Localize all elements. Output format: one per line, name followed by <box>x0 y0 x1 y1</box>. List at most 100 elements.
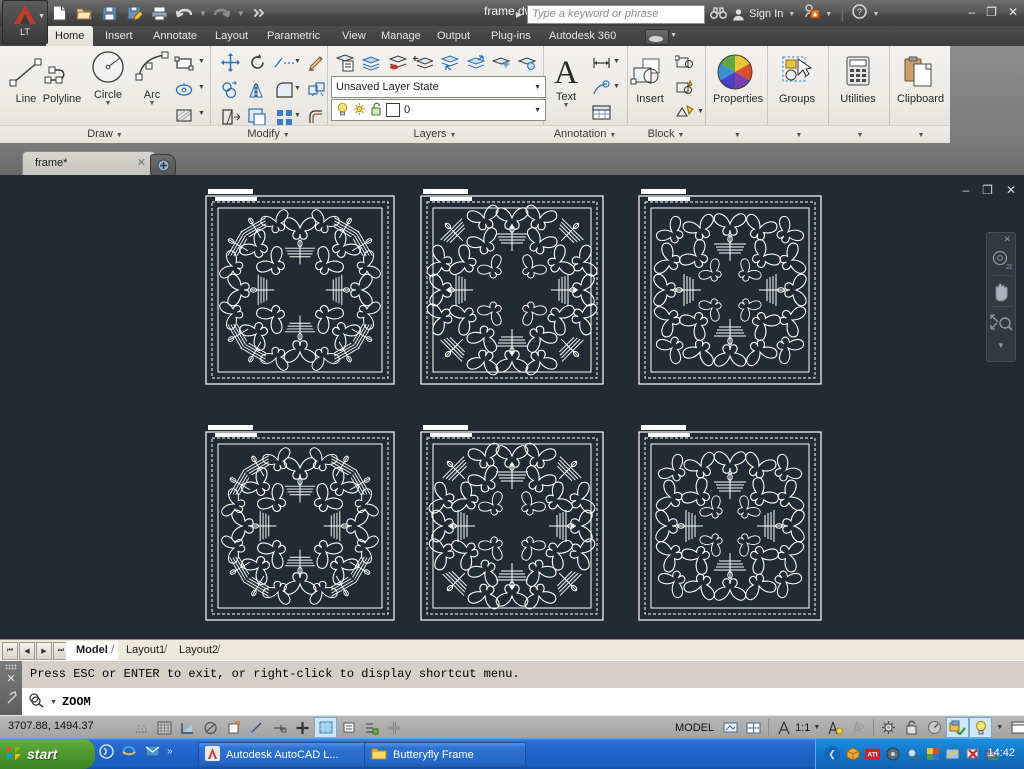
annotation-scale-value[interactable]: 1:1 <box>795 722 813 734</box>
layer-state-combo[interactable]: Unsaved Layer State ▼ <box>331 76 546 98</box>
panel-label-layers[interactable]: Layers ▼ <box>327 125 543 143</box>
infer-constraints-icon[interactable] <box>130 717 153 738</box>
zoom-extents-icon[interactable] <box>987 307 1015 337</box>
model-space-icon[interactable] <box>719 717 742 738</box>
lineweight-icon[interactable] <box>360 717 383 738</box>
search-binoculars-icon[interactable] <box>710 6 728 22</box>
edit-block-button[interactable] <box>671 74 699 101</box>
tab-layout[interactable]: Layout <box>206 26 257 46</box>
ati-icon[interactable]: ATI <box>865 747 880 762</box>
tray-expand-icon[interactable]: ❮ <box>824 746 840 762</box>
butterfly-frame-2[interactable] <box>412 185 612 395</box>
panel-label-clipboard[interactable]: ▼ <box>889 125 950 143</box>
command-line-handle[interactable]: ✕ <box>0 661 22 716</box>
layout-next-button[interactable]: ▶ <box>36 642 52 660</box>
zoom-magnifier-icon[interactable] <box>28 693 45 711</box>
space-label[interactable]: MODEL <box>670 722 719 734</box>
panel-label-block[interactable]: Block ▼ <box>627 125 705 143</box>
tab-insert[interactable]: Insert <box>96 26 142 46</box>
annotation-visibility-icon[interactable] <box>824 717 847 738</box>
tab-autodesk360[interactable]: Autodesk 360 <box>540 26 625 46</box>
navbar-close-icon[interactable]: ✕ <box>987 233 1015 245</box>
layout-first-button[interactable]: ⏮ <box>2 642 18 660</box>
ellipse-button[interactable] <box>170 75 198 102</box>
layer-freeze-button[interactable] <box>487 49 515 76</box>
mirror-button[interactable] <box>243 76 271 103</box>
quicklaunch-more-icon[interactable]: » <box>167 746 173 757</box>
coordinate-display[interactable]: 3707.88, 1494.37 <box>8 720 94 732</box>
polyline-button[interactable]: Polyline <box>40 52 84 105</box>
osnap-tracking-icon[interactable] <box>268 717 291 738</box>
application-menu-button[interactable]: ▼ LT <box>2 0 48 44</box>
properties-button[interactable]: Properties <box>713 52 763 105</box>
text-button[interactable]: A Text ▼ <box>545 50 587 109</box>
unlock-icon[interactable] <box>370 102 382 119</box>
groups-button[interactable]: Groups <box>775 52 819 105</box>
nav-more-icon[interactable]: ▼ <box>987 337 1015 353</box>
object-snap-icon[interactable] <box>245 717 268 738</box>
tab-model[interactable]: Model <box>66 641 118 660</box>
rotate-button[interactable] <box>243 49 271 76</box>
panel-label-properties[interactable]: ▼ <box>705 125 767 143</box>
panel-label-modify[interactable]: Modify ▼ <box>210 125 327 143</box>
media-player-icon[interactable] <box>98 743 114 759</box>
drawing-close-button[interactable]: ✕ <box>1006 183 1016 197</box>
status-bar-menu-icon[interactable]: ▼ <box>992 724 1007 731</box>
tab-parametric[interactable]: Parametric <box>258 26 329 46</box>
butterfly-frame-5[interactable] <box>412 421 612 631</box>
butterfly-frame-1[interactable] <box>195 185 405 395</box>
explode-button[interactable] <box>302 76 330 103</box>
circle-dropdown-icon[interactable]: ▼ <box>86 100 130 107</box>
exchange-dropdown-icon[interactable]: ▼ <box>825 11 832 18</box>
drawing-restore-button[interactable]: ❐ <box>982 183 993 197</box>
layer-new-button[interactable] <box>409 49 437 76</box>
drawing-minimize-button[interactable]: – <box>962 183 969 197</box>
butterfly-frame-4[interactable] <box>195 421 405 631</box>
layer-make-current-button[interactable] <box>357 49 385 76</box>
dimension-dropdown-icon[interactable]: ▼ <box>611 49 622 74</box>
command-dropdown-icon[interactable]: ▼ <box>50 699 57 706</box>
antivirus-icon[interactable] <box>965 747 980 762</box>
layer-properties-button[interactable] <box>331 49 359 76</box>
start-button[interactable]: start <box>0 739 95 769</box>
annotation-scale-icon[interactable] <box>772 717 795 738</box>
disc-icon[interactable] <box>885 747 900 762</box>
viewport-config-icon[interactable] <box>742 717 765 738</box>
sign-in-dropdown-icon[interactable]: ▼ <box>788 11 795 18</box>
insert-block-button[interactable]: Insert <box>627 52 673 105</box>
hardware-accel-icon[interactable] <box>923 717 946 738</box>
arc-dropdown-icon[interactable]: ▼ <box>130 100 174 107</box>
sign-in-button[interactable]: Sign In <box>732 8 783 21</box>
search-expand-icon[interactable]: ▶ <box>516 10 522 19</box>
command-close-icon[interactable]: ✕ <box>0 672 22 685</box>
layer-match-button[interactable] <box>383 49 411 76</box>
layer-isolate-button[interactable] <box>461 49 489 76</box>
dynamic-ucs-icon[interactable] <box>314 717 337 738</box>
toolbar-lock-icon[interactable] <box>900 717 923 738</box>
rectangle-dropdown-icon[interactable]: ▼ <box>196 49 207 74</box>
command-settings-icon[interactable] <box>0 690 22 707</box>
outlook-express-icon[interactable] <box>144 743 160 759</box>
tab-manage[interactable]: Manage <box>372 26 430 46</box>
command-input-line[interactable]: ▼ ZOOM <box>22 688 1024 716</box>
scale-dropdown-icon[interactable]: ▼ <box>813 724 824 731</box>
rectangle-button[interactable] <box>170 49 198 76</box>
tab-view[interactable]: View <box>333 26 375 46</box>
search-input[interactable]: Type a keyword or phrase <box>527 4 706 24</box>
arc-button[interactable]: Arc ▼ <box>130 48 174 107</box>
sun-freeze-icon[interactable] <box>353 102 366 119</box>
panel-label-groups[interactable]: ▼ <box>767 125 828 143</box>
panel-label-utilities[interactable]: ▼ <box>828 125 889 143</box>
panel-label-draw[interactable]: Draw ▼ <box>0 125 210 143</box>
magnifier-icon[interactable] <box>905 747 920 762</box>
polar-tracking-icon[interactable] <box>222 717 245 738</box>
lightbulb-icon[interactable] <box>336 102 349 119</box>
exchange-app-icon[interactable] <box>804 4 820 24</box>
layout-prev-button[interactable]: ◀ <box>19 642 35 660</box>
autoscale-icon[interactable] <box>847 717 870 738</box>
tab-home[interactable]: Home <box>46 26 94 46</box>
transparency-icon[interactable] <box>383 717 406 738</box>
steering-wheel-2d-icon[interactable]: 2D <box>987 245 1015 275</box>
layer-off-button[interactable] <box>513 49 541 76</box>
tools-icon[interactable] <box>945 747 960 762</box>
